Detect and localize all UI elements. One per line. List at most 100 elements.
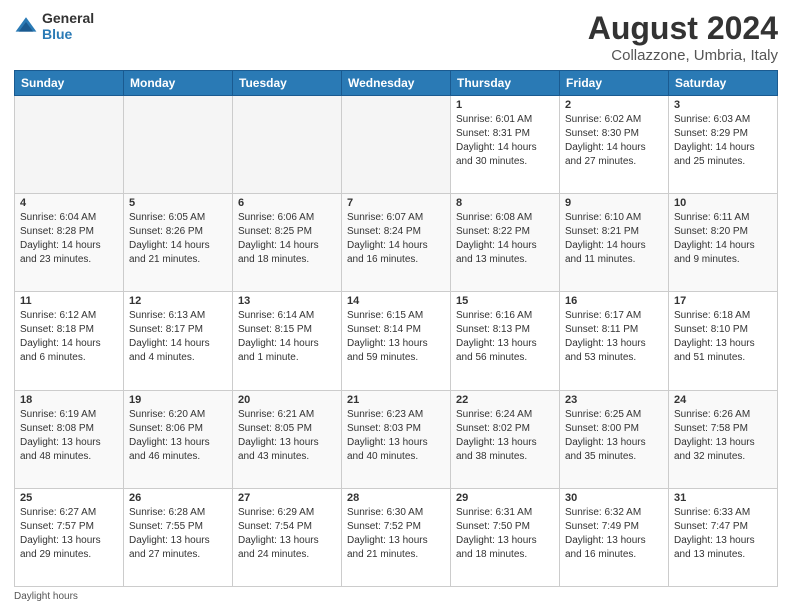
day-info: Sunrise: 6:07 AM Sunset: 8:24 PM Dayligh… [347,211,445,267]
day-info: Sunrise: 6:05 AM Sunset: 8:26 PM Dayligh… [129,211,227,267]
page: General Blue August 2024 Collazzone, Umb… [0,0,792,612]
day-number: 28 [347,492,445,504]
day-number: 25 [20,492,118,504]
calendar-cell-w5d6: 30 Sunrise: 6:32 AM Sunset: 7:49 PM Dayli… [560,488,669,586]
logo-icon [14,14,38,38]
calendar-cell-w2d6: 9 Sunrise: 6:10 AM Sunset: 8:21 PM Daylig… [560,194,669,292]
day-info: Sunrise: 6:32 AM Sunset: 7:49 PM Dayligh… [565,506,663,562]
header-tuesday: Tuesday [233,71,342,96]
day-number: 31 [674,492,772,504]
calendar-cell-w5d5: 29 Sunrise: 6:31 AM Sunset: 7:50 PM Dayli… [451,488,560,586]
day-info: Sunrise: 6:27 AM Sunset: 7:57 PM Dayligh… [20,506,118,562]
header-sunday: Sunday [15,71,124,96]
day-info: Sunrise: 6:21 AM Sunset: 8:05 PM Dayligh… [238,408,336,464]
day-info: Sunrise: 6:13 AM Sunset: 8:17 PM Dayligh… [129,309,227,365]
day-number: 6 [238,197,336,209]
day-info: Sunrise: 6:06 AM Sunset: 8:25 PM Dayligh… [238,211,336,267]
day-info: Sunrise: 6:17 AM Sunset: 8:11 PM Dayligh… [565,309,663,365]
day-info: Sunrise: 6:02 AM Sunset: 8:30 PM Dayligh… [565,113,663,169]
day-number: 16 [565,295,663,307]
day-number: 22 [456,394,554,406]
header: General Blue August 2024 Collazzone, Umb… [14,10,778,64]
day-number: 21 [347,394,445,406]
calendar-cell-w1d6: 2Sunrise: 6:02 AM Sunset: 8:30 PM Daylig… [560,96,669,194]
day-number: 15 [456,295,554,307]
day-info: Sunrise: 6:18 AM Sunset: 8:10 PM Dayligh… [674,309,772,365]
calendar-cell-w3d6: 16 Sunrise: 6:17 AM Sunset: 8:11 PM Dayli… [560,292,669,390]
calendar-cell-w4d4: 21Sunrise: 6:23 AM Sunset: 8:03 PM Dayli… [342,390,451,488]
calendar-cell-w2d5: 8Sunrise: 6:08 AM Sunset: 8:22 PM Daylig… [451,194,560,292]
calendar-cell-w1d3 [233,96,342,194]
day-number: 1 [456,99,554,111]
week-row-4: 18 Sunrise: 6:19 AM Sunset: 8:08 PM Dayli… [15,390,778,488]
calendar-cell-w5d1: 25 Sunrise: 6:27 AM Sunset: 7:57 PM Dayli… [15,488,124,586]
header-friday: Friday [560,71,669,96]
day-info: Sunrise: 6:30 AM Sunset: 7:52 PM Dayligh… [347,506,445,562]
day-number: 18 [20,394,118,406]
calendar-cell-w3d1: 11 Sunrise: 6:12 AM Sunset: 8:18 PM Dayli… [15,292,124,390]
day-number: 24 [674,394,772,406]
calendar-cell-w5d2: 26Sunrise: 6:28 AM Sunset: 7:55 PM Dayli… [124,488,233,586]
day-number: 23 [565,394,663,406]
calendar-cell-w2d1: 4Sunrise: 6:04 AM Sunset: 8:28 PM Daylig… [15,194,124,292]
day-info: Sunrise: 6:03 AM Sunset: 8:29 PM Dayligh… [674,113,772,169]
header-thursday: Thursday [451,71,560,96]
day-number: 11 [20,295,118,307]
calendar-cell-w2d2: 5 Sunrise: 6:05 AM Sunset: 8:26 PM Daylig… [124,194,233,292]
day-number: 3 [674,99,772,111]
day-number: 30 [565,492,663,504]
calendar-cell-w1d5: 1 Sunrise: 6:01 AM Sunset: 8:31 PM Daylig… [451,96,560,194]
day-info: Sunrise: 6:11 AM Sunset: 8:20 PM Dayligh… [674,211,772,267]
day-info: Sunrise: 6:01 AM Sunset: 8:31 PM Dayligh… [456,113,554,169]
calendar-cell-w1d1 [15,96,124,194]
day-info: Sunrise: 6:15 AM Sunset: 8:14 PM Dayligh… [347,309,445,365]
calendar-cell-w2d4: 7Sunrise: 6:07 AM Sunset: 8:24 PM Daylig… [342,194,451,292]
day-number: 26 [129,492,227,504]
calendar-cell-w4d2: 19Sunrise: 6:20 AM Sunset: 8:06 PM Dayli… [124,390,233,488]
day-number: 17 [674,295,772,307]
day-number: 13 [238,295,336,307]
logo: General Blue [14,10,94,42]
calendar-cell-w2d7: 10 Sunrise: 6:11 AM Sunset: 8:20 PM Dayli… [669,194,778,292]
day-number: 10 [674,197,772,209]
day-number: 5 [129,197,227,209]
day-info: Sunrise: 6:33 AM Sunset: 7:47 PM Dayligh… [674,506,772,562]
footer-note: Daylight hours [14,591,778,602]
day-number: 20 [238,394,336,406]
calendar-header-row: Sunday Monday Tuesday Wednesday Thursday… [15,71,778,96]
title-area: August 2024 Collazzone, Umbria, Italy [588,10,778,64]
calendar-cell-w3d4: 14 Sunrise: 6:15 AM Sunset: 8:14 PM Dayli… [342,292,451,390]
logo-text: General Blue [42,10,94,42]
day-number: 9 [565,197,663,209]
main-title: August 2024 [588,10,778,47]
day-number: 27 [238,492,336,504]
calendar-cell-w5d4: 28 Sunrise: 6:30 AM Sunset: 7:52 PM Dayli… [342,488,451,586]
day-info: Sunrise: 6:26 AM Sunset: 7:58 PM Dayligh… [674,408,772,464]
week-row-5: 25 Sunrise: 6:27 AM Sunset: 7:57 PM Dayli… [15,488,778,586]
day-info: Sunrise: 6:08 AM Sunset: 8:22 PM Dayligh… [456,211,554,267]
day-info: Sunrise: 6:29 AM Sunset: 7:54 PM Dayligh… [238,506,336,562]
calendar-cell-w4d6: 23Sunrise: 6:25 AM Sunset: 8:00 PM Dayli… [560,390,669,488]
calendar-cell-w4d7: 24 Sunrise: 6:26 AM Sunset: 7:58 PM Dayli… [669,390,778,488]
day-number: 19 [129,394,227,406]
calendar-cell-w4d1: 18 Sunrise: 6:19 AM Sunset: 8:08 PM Dayli… [15,390,124,488]
day-info: Sunrise: 6:04 AM Sunset: 8:28 PM Dayligh… [20,211,118,267]
calendar-cell-w5d3: 27 Sunrise: 6:29 AM Sunset: 7:54 PM Dayli… [233,488,342,586]
day-number: 12 [129,295,227,307]
day-info: Sunrise: 6:14 AM Sunset: 8:15 PM Dayligh… [238,309,336,365]
calendar-cell-w1d7: 3 Sunrise: 6:03 AM Sunset: 8:29 PM Daylig… [669,96,778,194]
calendar-cell-w1d2 [124,96,233,194]
calendar-cell-w2d3: 6 Sunrise: 6:06 AM Sunset: 8:25 PM Daylig… [233,194,342,292]
day-info: Sunrise: 6:10 AM Sunset: 8:21 PM Dayligh… [565,211,663,267]
day-number: 29 [456,492,554,504]
day-info: Sunrise: 6:19 AM Sunset: 8:08 PM Dayligh… [20,408,118,464]
day-info: Sunrise: 6:12 AM Sunset: 8:18 PM Dayligh… [20,309,118,365]
calendar-cell-w3d5: 15Sunrise: 6:16 AM Sunset: 8:13 PM Dayli… [451,292,560,390]
day-number: 14 [347,295,445,307]
week-row-1: 1 Sunrise: 6:01 AM Sunset: 8:31 PM Daylig… [15,96,778,194]
day-info: Sunrise: 6:24 AM Sunset: 8:02 PM Dayligh… [456,408,554,464]
day-info: Sunrise: 6:31 AM Sunset: 7:50 PM Dayligh… [456,506,554,562]
calendar-cell-w1d4 [342,96,451,194]
calendar-cell-w3d3: 13 Sunrise: 6:14 AM Sunset: 8:15 PM Dayli… [233,292,342,390]
subtitle: Collazzone, Umbria, Italy [588,47,778,64]
